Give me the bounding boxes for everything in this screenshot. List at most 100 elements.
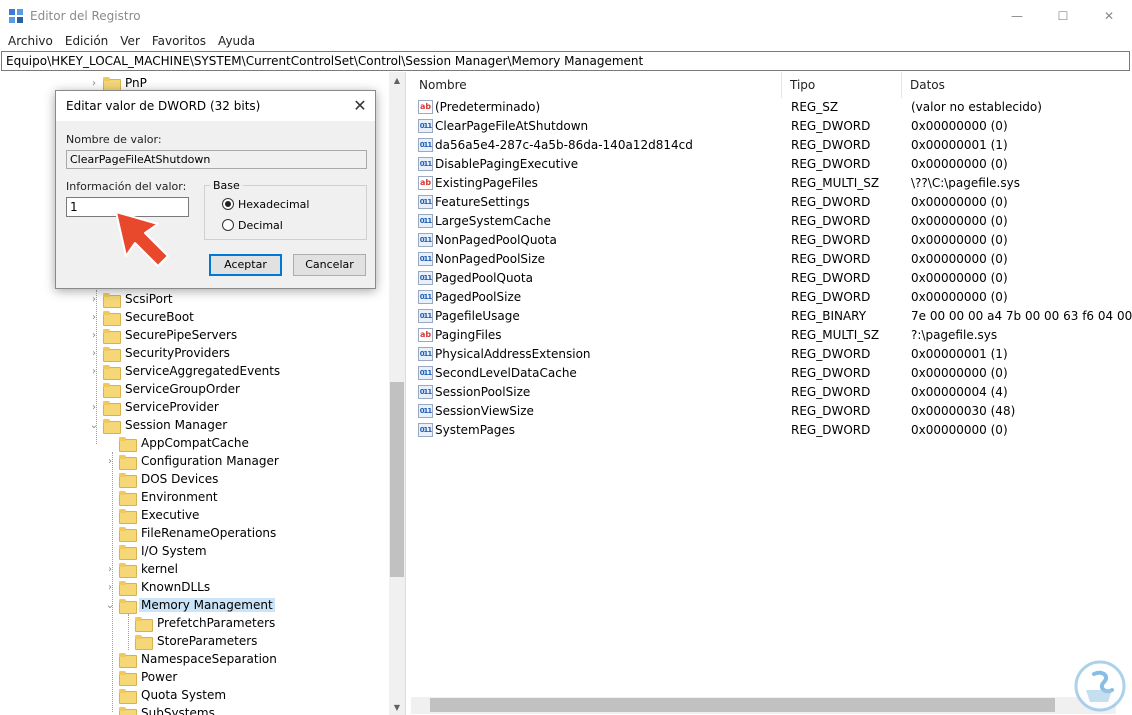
menu-archivo[interactable]: Archivo xyxy=(0,32,59,50)
tree-item[interactable]: › Configuration Manager xyxy=(105,452,281,470)
value-data: 0x00000000 (0) xyxy=(911,290,1008,304)
list-row[interactable]: 011 NonPagedPoolSize REG_DWORD 0x00000000 (… xyxy=(411,250,1132,269)
minimize-button[interactable]: — xyxy=(994,0,1040,32)
tree-item[interactable]: FileRenameOperations xyxy=(105,524,278,542)
dialog-close-icon[interactable]: ✕ xyxy=(350,97,370,115)
chevron-right-icon xyxy=(105,524,115,542)
tree-item[interactable]: PrefetchParameters xyxy=(121,614,277,632)
list-row[interactable]: 011 PagedPoolQuota REG_DWORD 0x00000000 (0) xyxy=(411,269,1132,288)
folder-icon xyxy=(103,76,121,92)
chevron-right-icon[interactable]: › xyxy=(105,578,115,596)
menu-ver[interactable]: Ver xyxy=(114,32,146,50)
value-type: REG_MULTI_SZ xyxy=(791,328,880,342)
maximize-button[interactable]: ☐ xyxy=(1040,0,1086,32)
tree-item[interactable]: › KnownDLLs xyxy=(105,578,212,596)
tree-item[interactable]: ⌄ Session Manager xyxy=(89,416,229,434)
value-type: REG_DWORD xyxy=(791,138,871,152)
list-row[interactable]: 011 PagedPoolSize REG_DWORD 0x00000000 (0) xyxy=(411,288,1132,307)
list-row[interactable]: 011 ClearPageFileAtShutdown REG_DWORD 0x000… xyxy=(411,117,1132,136)
folder-icon xyxy=(119,508,137,524)
list-row[interactable]: 011 SystemPages REG_DWORD 0x00000000 (0) xyxy=(411,421,1132,440)
column-header-data[interactable]: Datos xyxy=(902,72,1132,98)
pointer-arrow-icon xyxy=(115,211,169,267)
value-data: 7e 00 00 00 a4 7b 00 00 63 f6 04 00 e3 a… xyxy=(911,309,1132,323)
values-list[interactable]: Nombre Tipo Datos ab (Predeterminado) REG_… xyxy=(411,72,1132,715)
chevron-right-icon[interactable]: › xyxy=(89,362,99,380)
hexadecimal-label[interactable]: Hexadecimal xyxy=(238,198,309,211)
tree-item[interactable]: ⌄ Memory Management xyxy=(105,596,275,614)
chevron-right-icon xyxy=(105,704,115,715)
chevron-right-icon[interactable]: › xyxy=(89,344,99,362)
tree-item[interactable]: › SecureBoot xyxy=(89,308,196,326)
value-data: 0x00000030 (48) xyxy=(911,404,1016,418)
tree-item[interactable]: Environment xyxy=(105,488,220,506)
list-row[interactable]: 011 SessionViewSize REG_DWORD 0x00000030 (4… xyxy=(411,402,1132,421)
hexadecimal-radio[interactable] xyxy=(222,198,234,210)
tree-item[interactable]: Quota System xyxy=(105,686,228,704)
value-name: da56a5e4-287c-4a5b-86da-140a12d814cd xyxy=(435,138,693,152)
value-name: DisablePagingExecutive xyxy=(435,157,579,171)
close-button[interactable]: ✕ xyxy=(1086,0,1132,32)
value-name: FeatureSettings xyxy=(435,195,530,209)
folder-icon xyxy=(119,706,137,715)
tree-item[interactable]: SubSystems xyxy=(105,704,217,715)
chevron-down-icon[interactable]: ⌄ xyxy=(105,596,115,614)
list-scroll-thumb[interactable] xyxy=(430,698,1055,712)
tree-item[interactable]: › ServiceProvider xyxy=(89,398,221,416)
list-row[interactable]: 011 da56a5e4-287c-4a5b-86da-140a12d814cd R… xyxy=(411,136,1132,155)
list-row[interactable]: 011 SessionPoolSize REG_DWORD 0x00000004 (4… xyxy=(411,383,1132,402)
tree-item[interactable]: › SecurityProviders xyxy=(89,344,232,362)
value-type: REG_SZ xyxy=(791,100,839,114)
chevron-right-icon[interactable]: › xyxy=(105,560,115,578)
tree-item[interactable]: AppCompatCache xyxy=(105,434,251,452)
scroll-down-icon[interactable]: ▼ xyxy=(389,699,405,715)
tree-item[interactable]: › ServiceAggregatedEvents xyxy=(89,362,282,380)
chevron-right-icon[interactable]: › xyxy=(105,452,115,470)
tree-item[interactable]: StoreParameters xyxy=(121,632,259,650)
cancel-button[interactable]: Cancelar xyxy=(293,254,366,276)
list-row[interactable]: 011 SecondLevelDataCache REG_DWORD 0x000000… xyxy=(411,364,1132,383)
column-header-type[interactable]: Tipo xyxy=(782,72,902,98)
tree-item[interactable]: ServiceGroupOrder xyxy=(89,380,242,398)
accept-button[interactable]: Aceptar xyxy=(209,254,282,276)
tree-item[interactable]: › ScsiPort xyxy=(89,290,175,308)
list-row[interactable]: ab PagingFiles REG_MULTI_SZ ?:\pagefile.sys xyxy=(411,326,1132,345)
string-value-icon: ab xyxy=(418,176,433,190)
scroll-up-icon[interactable]: ▲ xyxy=(389,72,405,88)
column-header-name[interactable]: Nombre xyxy=(411,72,782,98)
tree-item[interactable]: › kernel xyxy=(105,560,180,578)
chevron-right-icon[interactable]: › xyxy=(89,308,99,326)
tree-item[interactable]: Power xyxy=(105,668,179,686)
list-row[interactable]: 011 PhysicalAddressExtension REG_DWORD 0x00… xyxy=(411,345,1132,364)
list-row[interactable]: ab (Predeterminado) REG_SZ (valor no establ… xyxy=(411,98,1132,117)
chevron-down-icon[interactable]: ⌄ xyxy=(89,416,99,434)
tree-item-label: Executive xyxy=(141,508,200,522)
tree-item[interactable]: Executive xyxy=(105,506,201,524)
menu-favoritos[interactable]: Favoritos xyxy=(146,32,212,50)
tree-item[interactable]: NamespaceSeparation xyxy=(105,650,279,668)
value-name: LargeSystemCache xyxy=(435,214,551,228)
chevron-right-icon[interactable]: › xyxy=(89,290,99,308)
tree-item[interactable]: › SecurePipeServers xyxy=(89,326,239,344)
list-row[interactable]: 011 FeatureSettings REG_DWORD 0x00000000 (0… xyxy=(411,193,1132,212)
chevron-right-icon[interactable]: › xyxy=(89,398,99,416)
tree-guide-line xyxy=(96,290,97,444)
chevron-right-icon[interactable]: › xyxy=(89,326,99,344)
binary-value-icon: 011 xyxy=(418,309,433,323)
address-bar[interactable]: Equipo\HKEY_LOCAL_MACHINE\SYSTEM\Current… xyxy=(1,51,1130,71)
list-row[interactable]: 011 DisablePagingExecutive REG_DWORD 0x0000… xyxy=(411,155,1132,174)
list-row[interactable]: 011 NonPagedPoolQuota REG_DWORD 0x00000000 … xyxy=(411,231,1132,250)
menu-ayuda[interactable]: Ayuda xyxy=(212,32,261,50)
dialog-title: Editar valor de DWORD (32 bits) xyxy=(66,99,261,113)
decimal-radio[interactable] xyxy=(222,219,234,231)
close-icon: ✕ xyxy=(1103,9,1115,23)
menu-edicion[interactable]: Edición xyxy=(59,32,114,50)
tree-item-label: ScsiPort xyxy=(125,292,173,306)
tree-scroll-thumb[interactable] xyxy=(390,382,404,577)
tree-item[interactable]: I/O System xyxy=(105,542,209,560)
tree-item[interactable]: DOS Devices xyxy=(105,470,220,488)
list-row[interactable]: 011 PagefileUsage REG_BINARY 7e 00 00 00 a4… xyxy=(411,307,1132,326)
list-row[interactable]: 011 LargeSystemCache REG_DWORD 0x00000000 (… xyxy=(411,212,1132,231)
list-row[interactable]: ab ExistingPageFiles REG_MULTI_SZ \??\C:\pa… xyxy=(411,174,1132,193)
decimal-label[interactable]: Decimal xyxy=(238,219,283,232)
